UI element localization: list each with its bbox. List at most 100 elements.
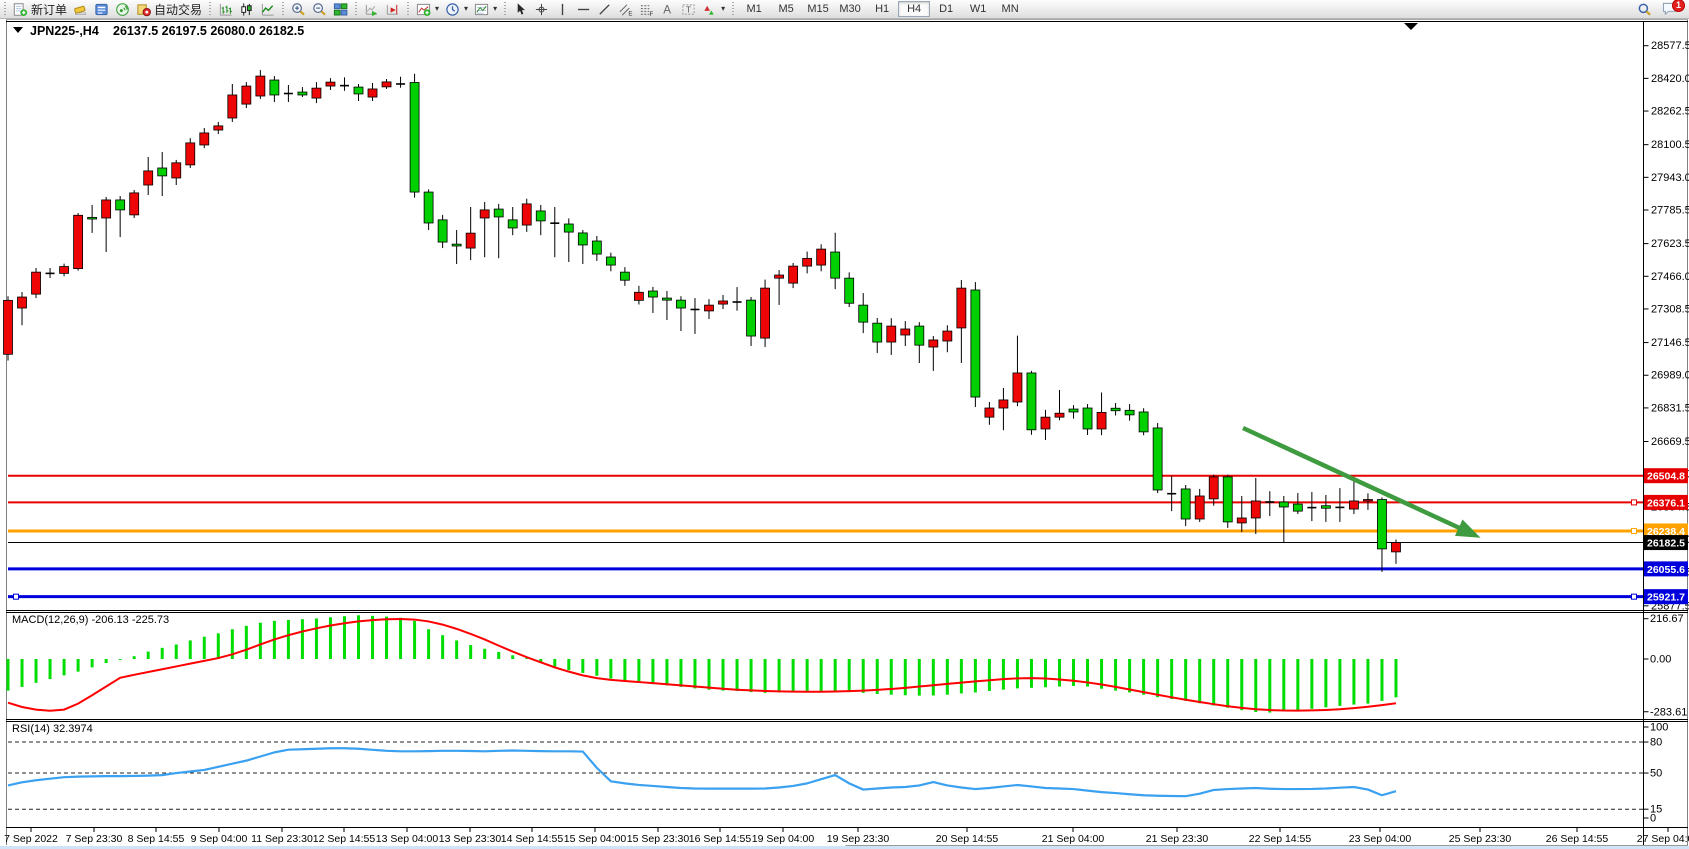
timeframe-M5[interactable]: M5 <box>770 1 802 17</box>
svg-text:A: A <box>663 3 671 16</box>
candle-body <box>564 224 573 232</box>
timeframe-H1[interactable]: H1 <box>866 1 898 17</box>
trend-arrow-head <box>1455 519 1481 537</box>
rsi-tick-label: 100 <box>1650 722 1668 734</box>
periods-button[interactable]: ▾ <box>442 1 471 17</box>
hline-button[interactable] <box>573 1 594 17</box>
text-button[interactable]: A <box>657 1 678 17</box>
search-icon[interactable] <box>1634 1 1655 17</box>
vline-icon <box>555 2 570 17</box>
chevron-down-icon[interactable] <box>13 27 23 33</box>
auto-trading-button[interactable]: 自动交易 <box>133 1 205 17</box>
candle-body <box>831 252 840 278</box>
eraser-button[interactable] <box>70 1 91 17</box>
rsi-tick-label: 50 <box>1650 768 1662 780</box>
notifications-button[interactable]: 1 <box>1661 1 1681 17</box>
chart-shift-marker[interactable] <box>1404 23 1418 30</box>
auto-scroll-button[interactable] <box>361 1 382 17</box>
candle-body <box>578 233 587 245</box>
timeframe-M1[interactable]: M1 <box>738 1 770 17</box>
candle-body <box>817 249 826 265</box>
candle-body <box>214 126 223 130</box>
chevron-down-icon[interactable]: ▾ <box>721 5 725 13</box>
candle-body <box>1055 413 1064 417</box>
candle-body <box>1181 489 1190 519</box>
vline-button[interactable] <box>552 1 573 17</box>
timeframe-D1[interactable]: D1 <box>930 1 962 17</box>
toolbar-group-grip[interactable] <box>503 2 507 16</box>
price-tick-label: 27785.5 <box>1651 205 1689 217</box>
cursor-button[interactable] <box>510 1 531 17</box>
candlestick-button[interactable] <box>236 1 257 17</box>
signal-icon <box>115 2 130 17</box>
shapes-button[interactable]: ▾ <box>699 1 728 17</box>
timeframe-M30[interactable]: M30 <box>834 1 866 17</box>
candle-body <box>1013 373 1022 402</box>
zoom-in-button[interactable] <box>288 1 309 17</box>
label-button[interactable]: T <box>678 1 699 17</box>
trendline-button[interactable] <box>594 1 615 17</box>
line-handle[interactable] <box>14 594 19 599</box>
toolbar-group-grip[interactable] <box>3 2 7 16</box>
chevron-down-icon[interactable]: ▾ <box>435 5 439 13</box>
chart-shift-icon <box>385 2 400 17</box>
signal-button[interactable] <box>112 1 133 17</box>
candle-body <box>312 88 321 98</box>
chevron-down-icon[interactable]: ▾ <box>493 5 497 13</box>
toolbar-group-grip[interactable] <box>281 2 285 16</box>
new-order-button[interactable]: 新订单 <box>10 1 70 17</box>
candle-body <box>1237 518 1246 523</box>
tile-windows-button[interactable] <box>330 1 351 17</box>
zoom-out-button[interactable] <box>309 1 330 17</box>
line-handle[interactable] <box>1632 594 1637 599</box>
indicators-button[interactable]: ▾ <box>413 1 442 17</box>
toolbar-group-grip[interactable] <box>731 2 735 16</box>
line-chart-button[interactable] <box>257 1 278 17</box>
candle-body <box>957 288 966 328</box>
candle-body <box>761 288 770 338</box>
price-chart[interactable]: 28577.528420.028262.528100.527943.027785… <box>0 0 1689 849</box>
line-handle[interactable] <box>1632 500 1637 505</box>
toolbar-group-grip[interactable] <box>354 2 358 16</box>
trendline-icon <box>597 2 612 17</box>
timeframe-MN[interactable]: MN <box>994 1 1026 17</box>
macd-label: MACD(12,26,9) -206.13 -225.73 <box>12 614 169 626</box>
svg-text:E: E <box>628 10 632 16</box>
time-tick-label: 21 Sep 23:30 <box>1146 833 1209 845</box>
candle-body <box>1279 502 1288 507</box>
candle-body <box>789 266 798 283</box>
time-tick-label: 9 Sep 04:00 <box>191 833 248 845</box>
rsi-tick-label: 0 <box>1650 813 1656 825</box>
auto-trading-icon <box>136 2 151 17</box>
candle-body <box>256 76 265 96</box>
macd-tick-label: -283.61 <box>1650 706 1687 718</box>
timeframe-M15[interactable]: M15 <box>802 1 834 17</box>
price-badges: 26504.826376.126238.426182.526055.625921… <box>14 468 1689 604</box>
candles-layer <box>4 70 1401 572</box>
fibo-button[interactable]: F <box>636 1 657 17</box>
timeframe-W1[interactable]: W1 <box>962 1 994 17</box>
time-axis[interactable]: 7 Sep 20227 Sep 23:308 Sep 14:559 Sep 04… <box>4 828 1689 845</box>
time-tick-label: 19 Sep 04:00 <box>752 833 815 845</box>
crosshair-button[interactable] <box>531 1 552 17</box>
periods-icon <box>445 2 460 17</box>
channel-button[interactable]: E <box>615 1 636 17</box>
tile-windows-icon <box>333 2 348 17</box>
bar-chart-button[interactable] <box>215 1 236 17</box>
chart-shift-button[interactable] <box>382 1 403 17</box>
price-tick-label: 28420.0 <box>1651 73 1689 85</box>
price-tick-label: 26831.5 <box>1651 402 1689 414</box>
profile-button[interactable] <box>91 1 112 17</box>
toolbar-group-grip[interactable] <box>406 2 410 16</box>
line-handle[interactable] <box>1632 528 1637 533</box>
trend-arrow-shaft[interactable] <box>1243 428 1466 531</box>
templates-button[interactable]: ▾ <box>471 1 500 17</box>
candle-body <box>648 291 657 297</box>
chevron-down-icon[interactable]: ▾ <box>464 5 468 13</box>
candle-body <box>1069 409 1078 412</box>
toolbar-group-grip[interactable] <box>208 2 212 16</box>
candle-body <box>803 258 812 266</box>
chart-title-row: JPN225-,H426137.5 26197.5 26080.0 26182.… <box>13 24 304 38</box>
timeframe-H4[interactable]: H4 <box>898 1 930 17</box>
trend-arrow[interactable] <box>1243 428 1481 538</box>
